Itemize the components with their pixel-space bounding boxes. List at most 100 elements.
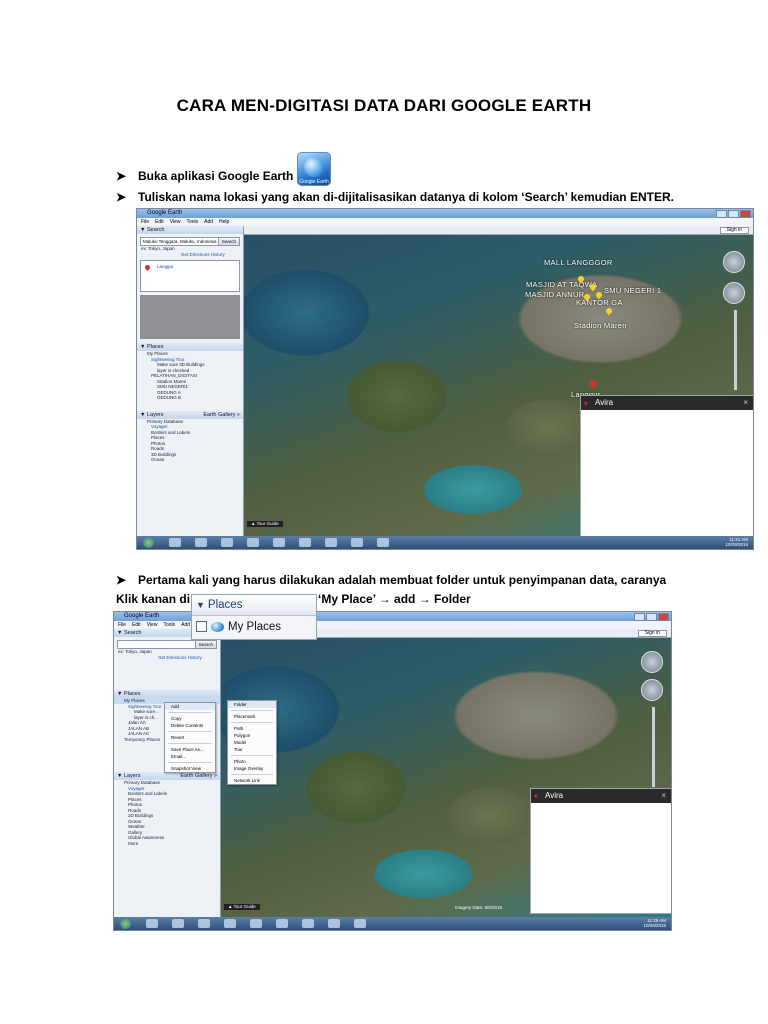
menu-help[interactable]: Help (219, 219, 229, 225)
search-result-pin-icon[interactable] (588, 378, 599, 389)
map-toolbar: Sign in (244, 226, 753, 235)
submenu-photo[interactable]: Photo (228, 758, 276, 765)
history-link[interactable]: History (188, 655, 202, 660)
submenu-tour[interactable]: Tour (228, 746, 276, 753)
app-icon[interactable] (302, 919, 314, 928)
expand-triangle-icon: ▼ (196, 600, 205, 610)
submenu-model[interactable]: Model (228, 739, 276, 746)
app-icon[interactable] (354, 919, 366, 928)
taskbar: 11:21 AM 10/29/2016 (137, 536, 753, 549)
submenu-image-overlay[interactable]: Image Overlay (228, 765, 276, 772)
places-item[interactable]: GEDUNG B (137, 395, 243, 401)
folder-icon[interactable] (195, 538, 207, 547)
arrow-bullet-icon: ➤ (116, 169, 127, 183)
bullet-search: ➤ Tuliskan nama lokasi yang akan di-dijit… (116, 190, 674, 204)
search-input[interactable]: Maluku Tenggara, Maluku, Indonesia Search (140, 237, 240, 246)
minimize-icon[interactable] (716, 210, 727, 218)
move-control-icon[interactable] (723, 282, 745, 304)
submenu-network-link[interactable]: Network Link (228, 777, 276, 784)
checkbox-icon[interactable] (196, 621, 207, 633)
sign-in-button[interactable]: Sign in (719, 227, 749, 234)
bullet-open-app: ➤ Buka aplikasi Google Earth (116, 169, 293, 183)
context-snapshot-view[interactable]: Snapshot View (165, 765, 215, 772)
start-button[interactable] (120, 918, 131, 929)
close-icon[interactable] (658, 613, 669, 621)
app-icon[interactable] (299, 538, 311, 547)
close-icon[interactable] (740, 210, 751, 218)
context-delete-contents[interactable]: Delete Contents (165, 722, 215, 729)
callout-my-places[interactable]: My Places (192, 616, 316, 638)
placemark-icon[interactable] (604, 306, 614, 316)
menu-file[interactable]: File (118, 622, 126, 628)
search-input[interactable]: Search (117, 640, 217, 649)
layers-panel-header[interactable]: ▼ Layers Earth Gallery » (137, 410, 243, 419)
submenu-folder[interactable]: Folder (228, 701, 276, 708)
folder-icon[interactable] (172, 919, 184, 928)
get-directions-link[interactable]: Get Directions (158, 655, 187, 660)
tour-guide-button[interactable]: ▲ Tour Guide (224, 904, 260, 910)
arrow-bullet-icon: ➤ (116, 573, 127, 587)
result-langgur[interactable]: Langgur (153, 264, 174, 270)
search-panel-header[interactable]: ▼ Search (137, 226, 243, 234)
avira-popup: * Avira × (580, 395, 753, 537)
earth-gallery-button[interactable]: Earth Gallery » (203, 411, 240, 419)
submenu-polygon[interactable]: Polygon (228, 732, 276, 739)
app-icon[interactable] (224, 919, 236, 928)
layers-panel-header[interactable]: ▼ Layers Earth Gallery » (114, 772, 220, 780)
layer-item[interactable]: Ocean (137, 457, 243, 463)
search-button[interactable]: Search (194, 640, 217, 649)
window-title: Google Earth (147, 210, 183, 216)
start-button[interactable] (143, 537, 154, 548)
search-button[interactable]: Search (217, 237, 240, 246)
ie-icon[interactable] (146, 919, 158, 928)
app-icon[interactable] (325, 538, 337, 547)
maximize-icon[interactable] (646, 613, 657, 621)
context-email[interactable]: Email... (165, 753, 215, 760)
get-directions-link[interactable]: Get Directions (181, 252, 210, 257)
places-panel-header[interactable]: ▼ Places (114, 690, 220, 698)
menu-edit[interactable]: Edit (155, 219, 164, 225)
map-label: Stadion Maren (574, 321, 627, 330)
close-icon[interactable]: × (661, 789, 666, 803)
history-link[interactable]: History (211, 252, 225, 257)
maximize-icon[interactable] (728, 210, 739, 218)
places-panel-header[interactable]: ▼ Places (137, 343, 243, 351)
google-earth-taskbar-icon[interactable] (328, 919, 340, 928)
app-icon[interactable] (377, 538, 389, 547)
ie-icon[interactable] (169, 538, 181, 547)
menu-tools[interactable]: Tools (163, 622, 175, 628)
submenu-path[interactable]: Path (228, 725, 276, 732)
look-control-icon[interactable] (641, 651, 663, 673)
move-control-icon[interactable] (641, 679, 663, 701)
zoom-slider[interactable] (734, 310, 737, 390)
minimize-icon[interactable] (634, 613, 645, 621)
earth-gallery-button[interactable]: Earth Gallery » (180, 772, 217, 780)
firefox-icon[interactable] (273, 538, 285, 547)
app-icon[interactable] (247, 538, 259, 547)
menu-add[interactable]: Add (204, 219, 213, 225)
zoom-slider[interactable] (652, 707, 655, 787)
menu-add[interactable]: Add (181, 622, 190, 628)
context-add[interactable]: Add (165, 703, 215, 710)
layer-item[interactable]: More (114, 841, 220, 847)
sign-in-button[interactable]: Sign in (637, 630, 667, 637)
menu-edit[interactable]: Edit (132, 622, 141, 628)
menu-view[interactable]: View (147, 622, 158, 628)
close-icon[interactable]: × (743, 396, 748, 410)
menu-file[interactable]: File (141, 219, 149, 225)
menu-view[interactable]: View (170, 219, 181, 225)
google-earth-taskbar-icon[interactable] (351, 538, 363, 547)
firefox-icon[interactable] (250, 919, 262, 928)
look-control-icon[interactable] (723, 251, 745, 273)
media-icon[interactable] (198, 919, 210, 928)
media-icon[interactable] (221, 538, 233, 547)
context-save-place-as[interactable]: Save Place As... (165, 746, 215, 753)
context-revert[interactable]: Revert (165, 734, 215, 741)
menu-tools[interactable]: Tools (186, 219, 198, 225)
menu-bar: File Edit View Tools Add Help (137, 218, 753, 226)
submenu-placemark[interactable]: Placemark (228, 713, 276, 720)
tour-guide-button[interactable]: ▲ Tour Guide (247, 521, 283, 527)
window-titlebar: Google Earth (137, 209, 753, 218)
context-copy[interactable]: Copy (165, 715, 215, 722)
app-icon[interactable] (276, 919, 288, 928)
